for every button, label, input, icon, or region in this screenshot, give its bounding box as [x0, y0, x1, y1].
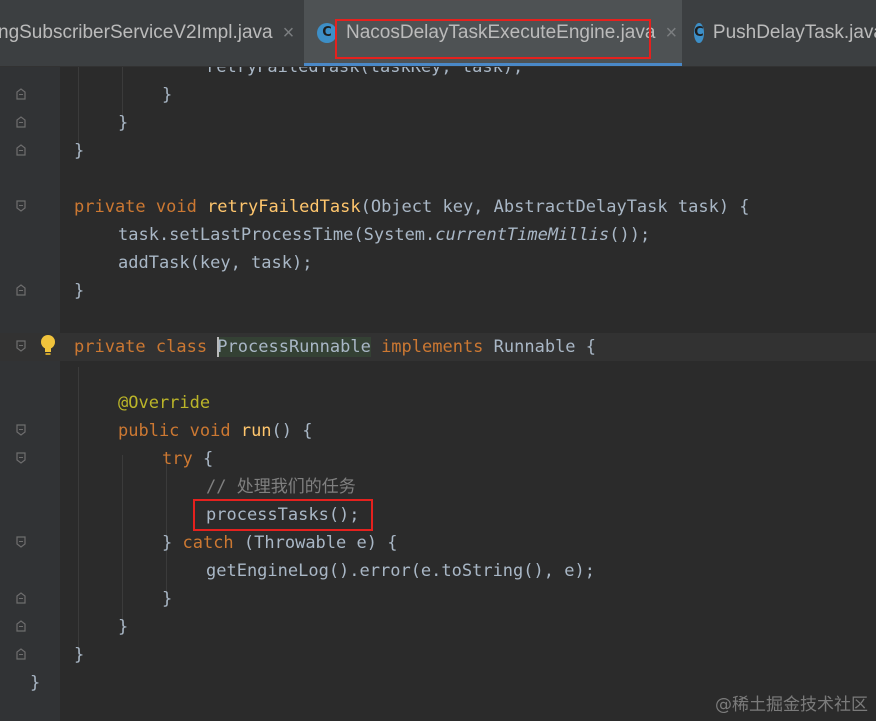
- code-line: getEngineLog().error(e.toString(), e);: [206, 561, 595, 581]
- code-line: }: [118, 113, 129, 133]
- code-line: processTasks();: [206, 505, 360, 525]
- fold-start-icon[interactable]: [16, 536, 26, 548]
- fold-start-icon[interactable]: [16, 424, 26, 436]
- tab-naming-subscriber-service[interactable]: ngSubscriberServiceV2Impl.java ×: [0, 0, 300, 66]
- code-line: }: [162, 85, 173, 105]
- tab-label: ngSubscriberServiceV2Impl.java: [0, 22, 273, 43]
- tab-label: NacosDelayTaskExecuteEngine.java: [346, 22, 656, 43]
- fold-end-icon[interactable]: [16, 620, 26, 632]
- code-line: addTask(key, task);: [118, 253, 313, 273]
- code-line: retryFailedTask(taskKey, task);: [206, 67, 524, 77]
- code-line: task.setLastProcessTime(System.currentTi…: [118, 225, 651, 245]
- editor-tab-bar: ngSubscriberServiceV2Impl.java × C Nacos…: [0, 0, 876, 67]
- fold-start-icon[interactable]: [16, 452, 26, 464]
- fold-end-icon[interactable]: [16, 284, 26, 296]
- code-line: }: [74, 141, 85, 161]
- close-icon[interactable]: ×: [665, 22, 677, 45]
- code-line: } catch (Throwable e) {: [162, 533, 398, 553]
- code-line: }: [74, 645, 85, 665]
- fold-start-icon[interactable]: [16, 200, 26, 212]
- code-line: }: [162, 589, 173, 609]
- code-line: private void retryFailedTask(Object key,…: [74, 197, 750, 217]
- java-class-icon: C: [694, 23, 704, 43]
- fold-start-icon[interactable]: [16, 340, 26, 352]
- fold-end-icon[interactable]: [16, 116, 26, 128]
- code-line: // 处理我们的任务: [206, 477, 356, 497]
- tab-push-delay-task[interactable]: C PushDelayTask.java: [694, 0, 876, 66]
- tab-label: PushDelayTask.java: [712, 22, 876, 43]
- fold-end-icon[interactable]: [16, 144, 26, 156]
- code-line-current: private class ProcessRunnable implements…: [0, 333, 876, 361]
- close-icon[interactable]: ×: [283, 22, 295, 45]
- java-class-icon: C: [317, 23, 337, 43]
- code-line: public void run() {: [118, 421, 313, 441]
- code-line: }: [74, 281, 85, 301]
- code-line: try {: [162, 449, 214, 469]
- code-editor[interactable]: retryFailedTask(taskKey, task); } } } pr…: [0, 67, 876, 721]
- fold-end-icon[interactable]: [16, 648, 26, 660]
- tab-nacos-delay-task-execute-engine[interactable]: C NacosDelayTaskExecuteEngine.java ×: [304, 0, 682, 66]
- code-line: @Override: [118, 393, 211, 413]
- fold-end-icon[interactable]: [16, 592, 26, 604]
- lightbulb-icon[interactable]: [38, 333, 58, 361]
- active-tab-indicator: [304, 63, 682, 66]
- fold-end-icon[interactable]: [16, 88, 26, 100]
- code-line: }: [118, 617, 129, 637]
- watermark: @稀土掘金技术社区: [715, 695, 868, 715]
